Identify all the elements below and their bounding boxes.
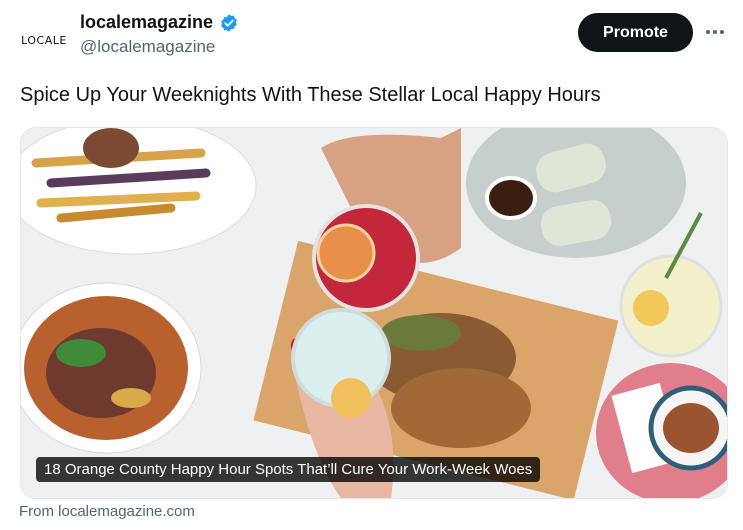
- dot: [713, 30, 717, 34]
- dot: [720, 30, 724, 34]
- more-horizontal-icon[interactable]: [703, 22, 727, 42]
- promote-button[interactable]: Promote: [578, 13, 693, 52]
- card-source[interactable]: From localemagazine.com: [19, 503, 195, 520]
- link-card[interactable]: 18 Orange County Happy Hour Spots That’l…: [20, 127, 728, 499]
- account-names: localemagazine @localemagazine: [80, 12, 239, 57]
- card-photo: [21, 128, 727, 498]
- tweet-header: LOCALE localemagazine @localemagazine Pr…: [0, 0, 743, 70]
- avatar[interactable]: LOCALE: [18, 14, 70, 66]
- display-name[interactable]: localemagazine: [80, 12, 213, 33]
- card-image-caption: 18 Orange County Happy Hour Spots That’l…: [36, 457, 541, 482]
- account-handle[interactable]: @localemagazine: [80, 37, 239, 57]
- tweet-text: Spice Up Your Weeknights With These Stel…: [20, 84, 601, 106]
- verified-badge-icon[interactable]: [219, 13, 239, 33]
- name-row: localemagazine: [80, 12, 239, 33]
- dot: [706, 30, 710, 34]
